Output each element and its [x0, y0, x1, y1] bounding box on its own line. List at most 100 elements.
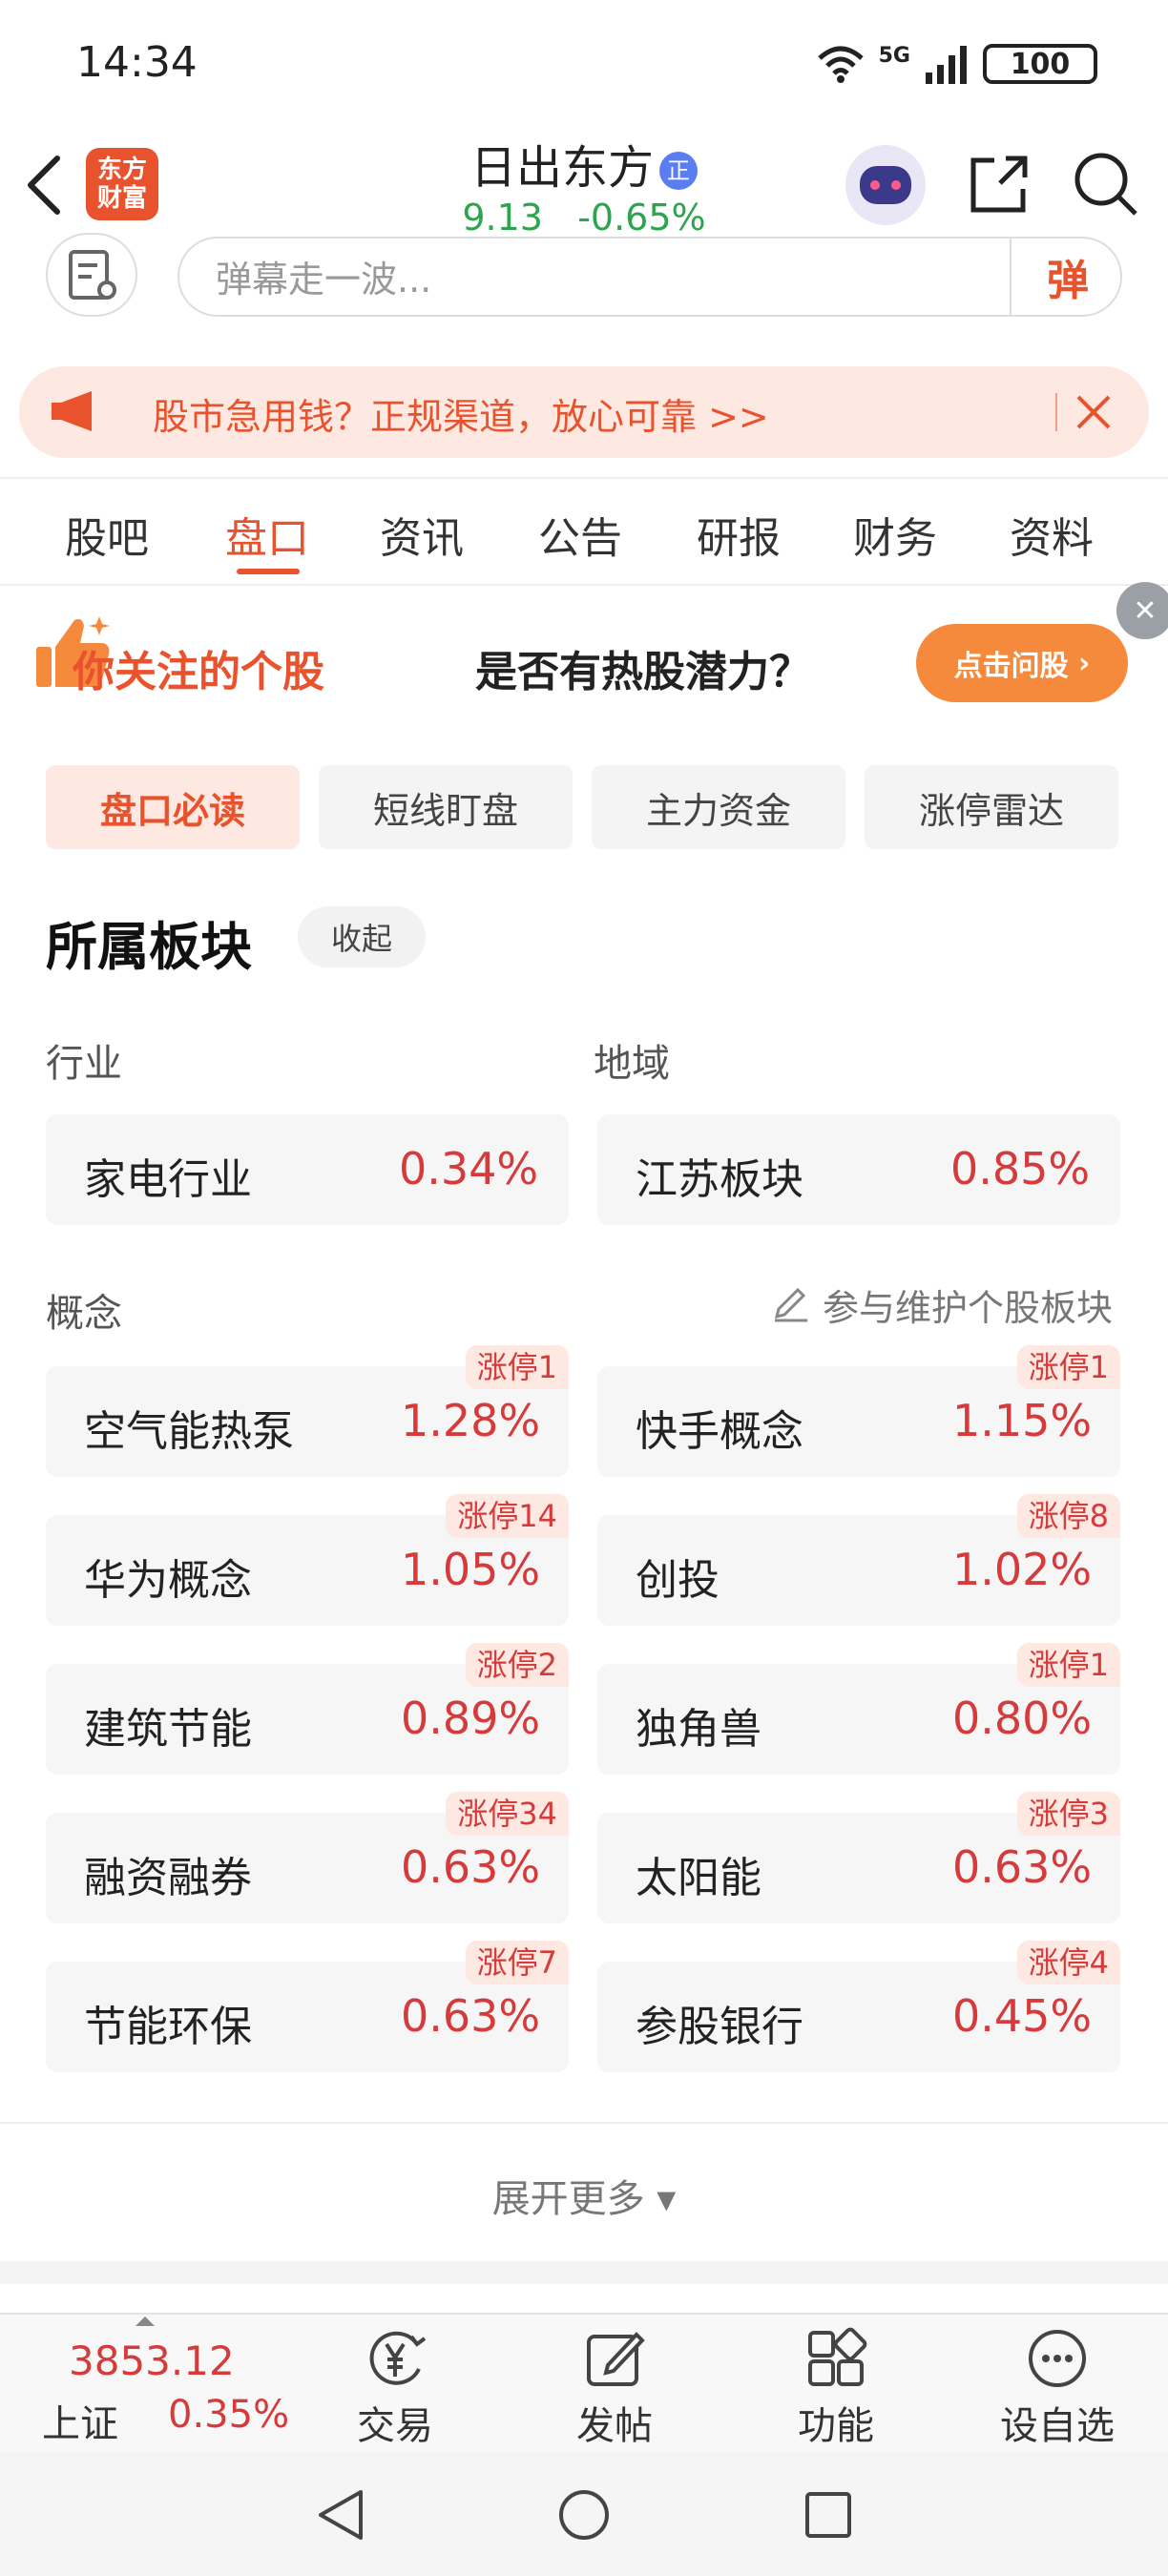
nav-back-icon[interactable]: [315, 2488, 366, 2542]
megaphone-icon: [52, 391, 92, 431]
edit-pen-icon[interactable]: [771, 1282, 811, 1322]
concept-name: 快手概念: [636, 1407, 803, 1456]
region-label: 地域: [594, 1042, 670, 1086]
limit-up-badge: 涨停1: [465, 1345, 569, 1389]
industry-name: 家电行业: [84, 1155, 252, 1204]
limit-up-badge: 涨停1: [1016, 1345, 1120, 1389]
nav-recents-icon[interactable]: [803, 2490, 853, 2540]
tab-announcement[interactable]: 公告: [538, 504, 622, 565]
concept-pct: 1.05%: [401, 1544, 541, 1595]
concept-pct: 0.89%: [401, 1693, 541, 1744]
limit-up-badge: 涨停4: [1016, 1941, 1120, 1984]
signal-icon: [926, 46, 967, 84]
concept-name: 参股银行: [636, 2003, 803, 2051]
share-icon[interactable]: [966, 153, 1031, 218]
more-circle-icon: [1029, 2330, 1086, 2387]
subtab-main-funds[interactable]: 主力资金: [592, 765, 845, 849]
limit-up-badge: 涨停8: [1016, 1494, 1120, 1538]
concept-label: 概念: [46, 1292, 122, 1336]
concept-name: 创投: [636, 1556, 720, 1605]
status-time: 14:34: [76, 38, 198, 87]
close-icon[interactable]: [1073, 391, 1115, 433]
functions-button[interactable]: 功能: [769, 2324, 903, 2450]
concept-pct: 0.45%: [952, 1990, 1093, 2042]
concept-name: 空气能热泵: [84, 1407, 294, 1456]
subtab-must-read[interactable]: 盘口必读: [46, 765, 300, 849]
tab-profile[interactable]: 资料: [1010, 504, 1094, 565]
concept-name: 建筑节能: [84, 1705, 252, 1754]
tab-finance[interactable]: 财务: [853, 504, 937, 565]
ai-banner-close-icon[interactable]: ✕: [1116, 582, 1168, 639]
concept-name: 太阳能: [636, 1854, 761, 1902]
concept-pct: 0.63%: [952, 1841, 1093, 1893]
limit-up-badge: 涨停7: [465, 1941, 569, 1984]
tab-news[interactable]: 资讯: [380, 504, 464, 565]
danmaku-placeholder: 弹幕走一波...: [216, 259, 432, 301]
region-name: 江苏板块: [636, 1155, 803, 1204]
limit-up-badge: 涨停1: [1016, 1643, 1120, 1687]
tab-pankou[interactable]: 盘口: [225, 504, 309, 565]
limit-up-badge: 涨停2: [465, 1643, 569, 1687]
concept-name: 节能环保: [84, 2003, 252, 2051]
index-value[interactable]: 3853.12: [69, 2337, 235, 2384]
stock-price: 9.13: [462, 197, 543, 239]
region-pct: 0.85%: [950, 1143, 1091, 1195]
search-icon[interactable]: [1073, 151, 1139, 218]
tabs-divider-top: [0, 477, 1168, 479]
danmaku-send-button[interactable]: 弹: [1010, 237, 1124, 317]
concept-pct: 0.63%: [401, 1841, 541, 1893]
promo-divider: [1055, 393, 1057, 431]
post-button[interactable]: 发帖: [548, 2324, 681, 2450]
maintain-sectors-link[interactable]: 参与维护个股板块: [823, 1278, 1113, 1331]
edit-icon: [587, 2332, 645, 2386]
subtab-limit-up-radar[interactable]: 涨停雷达: [865, 765, 1118, 849]
add-watchlist-button[interactable]: 设自选: [991, 2324, 1124, 2450]
concept-name: 华为概念: [84, 1556, 252, 1605]
status-icons: 5G 100: [816, 44, 1097, 84]
concept-name: 独角兽: [636, 1705, 761, 1754]
section-title: 所属板块: [46, 917, 252, 977]
concept-pct: 0.63%: [401, 1990, 541, 2042]
danmaku-settings-button[interactable]: [46, 233, 137, 317]
add-watchlist-label: 设自选: [1000, 2404, 1115, 2448]
section-separator: [0, 2261, 1168, 2284]
tabs-divider-bottom: [0, 584, 1168, 586]
ai-banner-right: 是否有热股潜力？: [475, 648, 811, 696]
verified-badge: 正: [659, 152, 698, 190]
concept-name: 融资融券: [84, 1854, 252, 1902]
ai-banner-left: 你关注的个股: [73, 648, 324, 696]
concept-pct: 0.80%: [952, 1693, 1093, 1744]
trade-button[interactable]: 交易: [328, 2324, 462, 2450]
concept-pct: 1.15%: [952, 1395, 1093, 1446]
industry-pct: 0.34%: [399, 1143, 539, 1195]
ask-stock-button[interactable]: 点击问股 ›: [916, 624, 1128, 702]
limit-up-badge: 涨停3: [1016, 1792, 1120, 1836]
expand-divider: [0, 2122, 1168, 2124]
tab-guba[interactable]: 股吧: [65, 504, 149, 565]
limit-up-badge: 涨停34: [446, 1792, 569, 1836]
index-change[interactable]: 0.35%: [168, 2393, 289, 2437]
robot-assistant-icon[interactable]: [845, 145, 926, 225]
yen-exchange-icon: [369, 2331, 427, 2385]
tab-research[interactable]: 研报: [697, 504, 781, 565]
wifi-icon: [817, 46, 864, 83]
subtab-short-term[interactable]: 短线盯盘: [319, 765, 573, 849]
danmaku-settings-icon: [69, 250, 116, 300]
trade-label: 交易: [357, 2404, 433, 2448]
index-name[interactable]: 上证: [42, 2393, 118, 2448]
stock-change: -0.65%: [577, 197, 706, 239]
post-label: 发帖: [576, 2404, 653, 2448]
network-label: 5G: [878, 44, 910, 68]
promo-text[interactable]: 股市急用钱？正规渠道，放心可靠 >>: [153, 387, 769, 440]
battery-icon: 100: [983, 44, 1097, 84]
industry-label: 行业: [46, 1042, 122, 1086]
active-tab-indicator: [237, 569, 300, 574]
concept-pct: 1.28%: [401, 1395, 541, 1446]
functions-label: 功能: [798, 2404, 874, 2448]
limit-up-badge: 涨停14: [446, 1494, 569, 1538]
grid-icon: [808, 2327, 867, 2386]
nav-home-icon[interactable]: [557, 2488, 611, 2542]
expand-more-button[interactable]: 展开更多 ▾: [0, 2168, 1168, 2223]
collapse-button[interactable]: 收起: [298, 906, 426, 967]
index-expand-caret[interactable]: [136, 2316, 155, 2326]
